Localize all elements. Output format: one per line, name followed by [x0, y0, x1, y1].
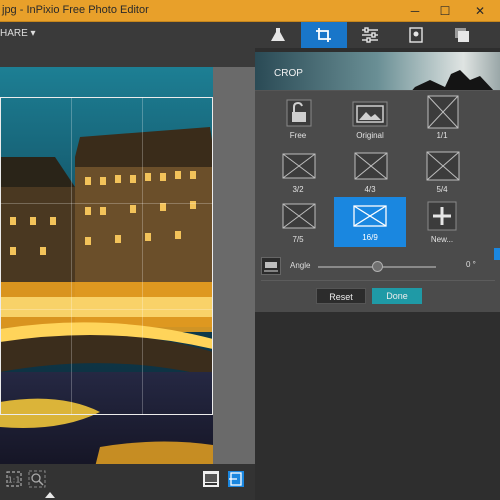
tab-effects[interactable]	[255, 22, 301, 48]
preset-new-label: New...	[430, 235, 454, 244]
close-button[interactable]: ✕	[460, 0, 500, 22]
done-button[interactable]: Done	[372, 288, 422, 304]
title-bar: jpg - InPixio Free Photo Editor ─ ☐ ✕	[0, 0, 500, 22]
crop-rectangle[interactable]	[0, 97, 213, 415]
preset-1-1-label: 1/1	[436, 131, 448, 140]
compare-icon[interactable]	[227, 470, 245, 488]
ratio-icon	[426, 151, 460, 181]
sliders-icon	[362, 27, 378, 43]
window-title: jpg - InPixio Free Photo Editor	[2, 4, 149, 16]
maximize-button[interactable]: ☐	[430, 0, 460, 22]
tab-crop[interactable]	[301, 22, 347, 48]
fit-screen-icon[interactable]: 1:1	[5, 470, 23, 488]
preset-original[interactable]: Original	[334, 95, 406, 145]
straighten-icon[interactable]	[261, 257, 281, 275]
minimize-button[interactable]: ─	[400, 0, 430, 22]
tab-adjust[interactable]	[347, 22, 393, 48]
svg-text:1:1: 1:1	[8, 476, 21, 485]
preset-free[interactable]: Free	[262, 95, 334, 145]
crop-grid-line	[0, 203, 213, 204]
crop-grid-line	[71, 97, 72, 415]
crop-presets-box: Free Original 1/1 3/2 4/3 5/4 7/5 16/9 N…	[255, 90, 500, 312]
zoom-icon[interactable]	[28, 470, 46, 488]
flask-icon	[271, 28, 285, 41]
unlock-icon	[286, 99, 312, 127]
crop-title: CROP	[274, 68, 303, 79]
crop-grid-line	[0, 309, 213, 310]
tab-layers[interactable]	[439, 22, 485, 48]
preset-4-3[interactable]: 4/3	[334, 149, 406, 199]
layers-icon	[455, 28, 469, 42]
crop-icon	[316, 28, 331, 42]
preset-4-3-label: 4/3	[364, 185, 376, 194]
ratio-icon	[354, 152, 388, 180]
bottom-toolbar: 1:1	[0, 464, 255, 500]
editor-area: HARE ▾ 1:1	[0, 22, 255, 500]
image-icon	[352, 101, 388, 127]
share-menu[interactable]: HARE ▾	[0, 28, 36, 39]
angle-value: 0 °	[466, 260, 476, 269]
crop-grid-line	[142, 97, 143, 415]
caret-up-icon[interactable]	[45, 492, 55, 498]
preset-5-4[interactable]: 5/4	[406, 149, 478, 199]
preset-new[interactable]: New...	[406, 199, 478, 249]
ratio-icon	[282, 203, 316, 229]
frame-icon	[409, 27, 423, 43]
export-icon[interactable]	[202, 470, 220, 488]
preset-7-5[interactable]: 7/5	[262, 199, 334, 249]
preset-1-1[interactable]: 1/1	[406, 95, 478, 145]
straighten-glyph	[264, 262, 278, 272]
angle-label: Angle	[290, 261, 311, 270]
tool-tabs	[255, 22, 500, 48]
preset-16-9[interactable]: 16/9	[334, 197, 406, 247]
angle-control: Angle 0 °	[261, 254, 497, 280]
ratio-icon	[353, 205, 387, 227]
divider	[261, 280, 495, 281]
reset-button[interactable]: Reset	[316, 288, 366, 304]
preset-3-2[interactable]: 3/2	[262, 149, 334, 199]
preset-16-9-label: 16/9	[362, 233, 378, 242]
app-window: jpg - InPixio Free Photo Editor ─ ☐ ✕ HA…	[0, 0, 500, 500]
angle-slider-knob[interactable]	[371, 261, 383, 272]
preset-free-label: Free	[289, 131, 307, 140]
preset-7-5-label: 7/5	[292, 235, 304, 244]
tools-panel: CROP Free Original 1/1 3/2 4/3 5/4 7/5 1…	[255, 22, 500, 500]
ratio-icon	[427, 95, 459, 129]
ratio-icon	[282, 153, 316, 179]
preset-3-2-label: 3/2	[292, 185, 304, 194]
preset-5-4-label: 5/4	[436, 185, 448, 194]
tab-frames[interactable]	[393, 22, 439, 48]
preset-original-label: Original	[356, 131, 384, 140]
panel-expand-arrow[interactable]	[494, 248, 500, 260]
plus-icon	[427, 201, 457, 231]
